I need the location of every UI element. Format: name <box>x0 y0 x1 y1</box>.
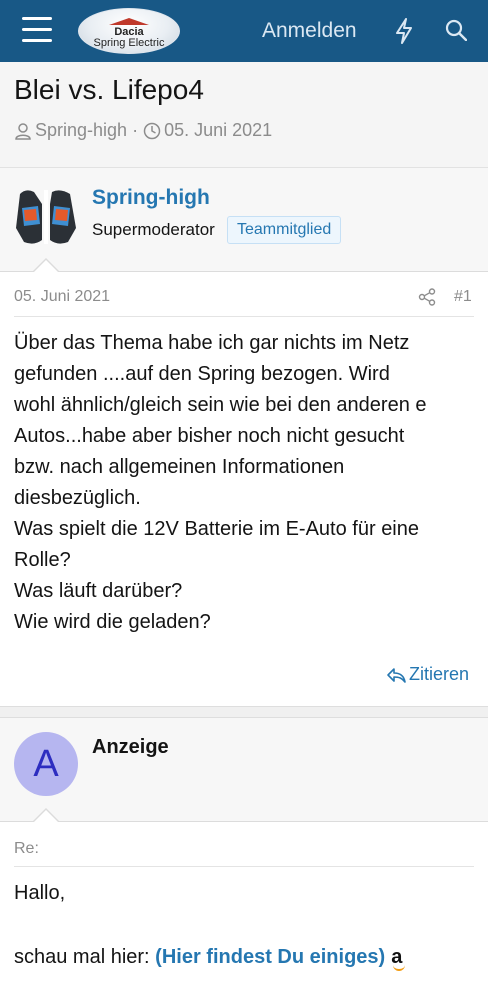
thread-meta: Spring-high · 05. Juni 2021 <box>14 120 272 141</box>
search-icon[interactable] <box>445 19 467 41</box>
post-line: bzw. nach allgemeinen Informationen <box>14 456 345 478</box>
post-line: Was läuft darüber? <box>14 580 183 602</box>
post-number-link[interactable]: #1 <box>454 288 472 306</box>
thread-header: Blei vs. Lifepo4 Spring-high · 05. Juni … <box>0 62 488 168</box>
post-line: Rolle? <box>14 549 71 571</box>
post-line: gefunden ....auf den Spring bezogen. Wir… <box>14 363 390 385</box>
quote-label: Zitieren <box>409 664 470 684</box>
thread-author[interactable]: Spring-high <box>35 120 127 141</box>
amazon-icon: a <box>391 946 406 971</box>
hamburger-menu-icon[interactable] <box>22 17 52 43</box>
message-arrow-fill <box>34 810 58 822</box>
post-author-name[interactable]: Spring-high <box>92 186 210 210</box>
user-icon <box>15 122 31 140</box>
share-icon[interactable] <box>418 288 436 306</box>
avatar: A <box>14 732 78 796</box>
meta-separator: · <box>132 120 139 140</box>
post-author-role: Supermoderator <box>92 220 215 239</box>
message-arrow-fill <box>34 260 58 272</box>
post-separator <box>0 706 488 718</box>
post-date[interactable]: 05. Juni 2021 <box>14 288 110 306</box>
ad-text: schau mal hier: (Hier findest Du einiges… <box>14 946 406 971</box>
ad-author-name: Anzeige <box>92 736 169 758</box>
post-line: Autos...habe aber bisher noch nicht gesu… <box>14 425 405 447</box>
post-line: Wie wird die geladen? <box>14 611 211 633</box>
logo-subtitle: Spring Electric <box>93 37 165 49</box>
avatar[interactable] <box>12 184 80 248</box>
team-member-badge: Teammitglied <box>227 216 342 244</box>
lightning-bolt-icon[interactable] <box>394 18 414 44</box>
ad-text-prefix: schau mal hier: <box>14 946 156 968</box>
post-divider <box>14 316 474 317</box>
thread-date[interactable]: 05. Juni 2021 <box>164 120 272 141</box>
thread-title: Blei vs. Lifepo4 <box>14 74 204 105</box>
ad-re-label: Re: <box>14 840 39 857</box>
login-link[interactable]: Anmelden <box>262 19 357 43</box>
post-line: Was spielt die 12V Batterie im E-Auto fü… <box>14 518 419 540</box>
site-logo[interactable]: Dacia Spring Electric <box>78 8 180 54</box>
amazon-link[interactable]: (Hier findest Du einiges) <box>155 946 385 968</box>
post-line: Über das Thema habe ich gar nichts im Ne… <box>14 332 410 354</box>
reply-arrow-icon <box>387 667 406 683</box>
post-content: Über das Thema habe ich gar nichts im Ne… <box>14 328 480 638</box>
ad-greeting: Hallo, <box>14 882 66 904</box>
post-line: diesbezüglich. <box>14 487 141 509</box>
ad-author-block: A Anzeige <box>0 718 488 822</box>
post-line: wohl ähnlich/gleich sein wie bei den and… <box>14 394 427 416</box>
post-author-block: Spring-high Supermoderator Teammitglied <box>0 168 488 272</box>
clock-icon <box>143 122 161 139</box>
quote-button[interactable]: Zitieren <box>386 664 469 685</box>
logo-roof-icon <box>109 18 149 25</box>
ad-divider <box>14 866 474 867</box>
top-navigation-bar: Dacia Spring Electric Anmelden <box>0 0 488 62</box>
